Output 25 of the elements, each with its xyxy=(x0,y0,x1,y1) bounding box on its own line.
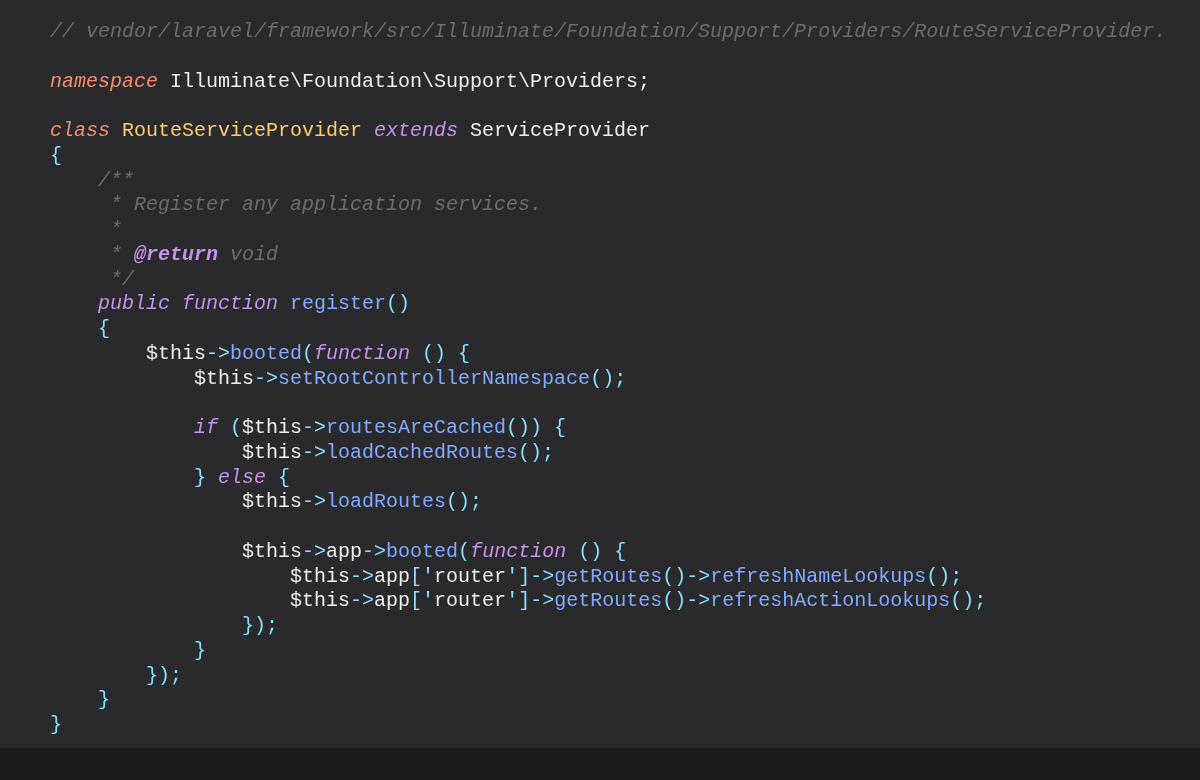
code-line: namespace Illuminate\Foundation\Support\Providers; xyxy=(50,69,651,95)
code-line: } xyxy=(97,688,110,713)
code-line: $this->app['router']->getRoutes()->refreshActionLookups(); xyxy=(289,589,987,614)
code-line: * Register any application services. xyxy=(109,193,543,218)
code-line: { xyxy=(97,317,110,342)
code-line: $this->booted(function () { xyxy=(145,341,471,367)
code-line: class RouteServiceProvider extends ServiceProvider xyxy=(50,119,651,144)
code-line: * @return void xyxy=(109,242,279,268)
code-line: }); xyxy=(241,614,279,639)
code-line: } xyxy=(193,638,207,664)
code-line: } else { xyxy=(193,465,291,491)
code-line: * xyxy=(109,218,122,243)
code-line: */ xyxy=(109,267,134,293)
code-line: { xyxy=(50,143,62,169)
code-line: } xyxy=(50,713,62,738)
code-line: // vendor/laravel/framework/src/Illuminate/Foundation/Support/Providers/RouteServiceProvider. xyxy=(50,20,1167,45)
code-line: $this->app->booted(function () { xyxy=(241,539,627,565)
code-line: $this->loadCachedRoutes(); xyxy=(241,440,555,466)
code-line: public function register() xyxy=(97,292,411,317)
code-line: $this->loadRoutes(); xyxy=(241,490,483,515)
code-line: /** xyxy=(97,168,134,194)
code-line: $this->setRootControllerNamespace(); xyxy=(193,366,627,392)
code-line: $this->app['router']->getRoutes()->refreshNameLookups(); xyxy=(289,564,963,590)
code-line: if ($this->routesAreCached()) { xyxy=(193,416,567,441)
code-line: }); xyxy=(145,663,183,689)
